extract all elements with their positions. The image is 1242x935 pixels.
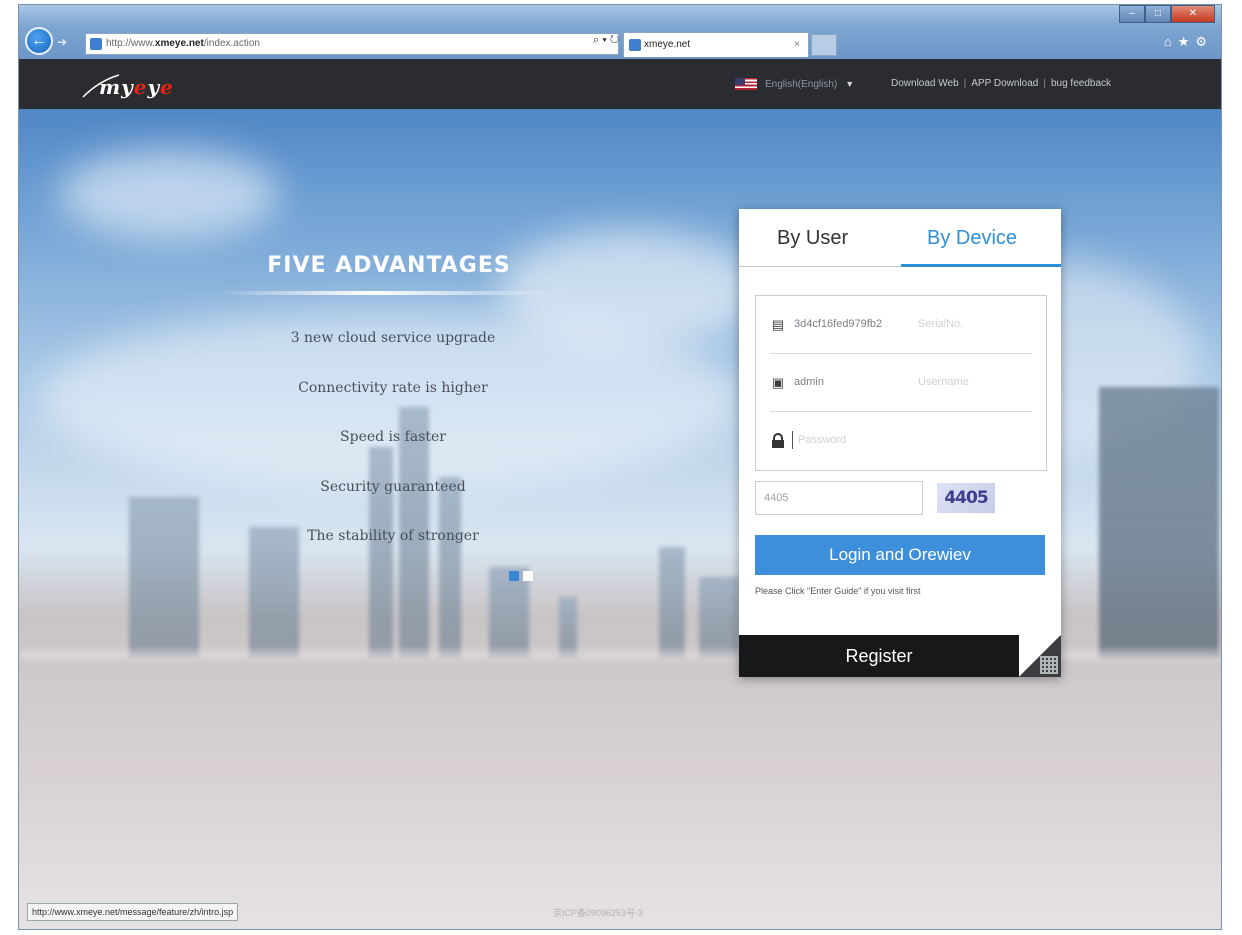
advantage-item: Connectivity rate is higher — [298, 380, 488, 396]
language-label: English(English) — [765, 78, 838, 90]
background-building — [1099, 387, 1219, 657]
new-tab-button[interactable] — [811, 34, 837, 56]
language-selector[interactable]: English(English) ▼ — [735, 78, 854, 90]
chevron-down-icon: ▼ — [845, 79, 855, 89]
tab-by-device[interactable]: By Device — [927, 227, 1017, 250]
link-separator: | — [1043, 78, 1046, 89]
serial-placeholder: SerialNo. — [918, 318, 964, 330]
captcha-image[interactable]: 4405 — [937, 483, 995, 513]
gear-icon[interactable]: ⚙ — [1195, 34, 1213, 49]
qr-code-pattern — [1040, 656, 1058, 674]
footer-icp: 京ICP备09096253号-3 — [553, 908, 644, 918]
lock-icon — [770, 433, 786, 449]
download-web-link[interactable]: Download Web — [891, 78, 959, 89]
serial-field[interactable]: ▤ 3d4cf16fed979fb2 SerialNo. — [770, 296, 1032, 354]
address-prefix: http://www. — [106, 38, 155, 49]
carousel-dot-active[interactable] — [509, 571, 519, 581]
browser-window: ← ➜ http://www.xmeye.net/index.action ⌕ … — [18, 4, 1222, 930]
advantage-item: 3 new cloud service upgrade — [290, 330, 496, 346]
login-button[interactable]: Login and Orewiev — [755, 535, 1045, 575]
status-bar-url: http://www.xmeye.net/message/feature/zh/… — [27, 903, 239, 921]
star-icon[interactable]: ★ — [1178, 34, 1196, 49]
login-tabs: By User By Device — [739, 209, 1061, 267]
background-building — [129, 497, 199, 657]
advantage-item: Speed is faster — [340, 429, 446, 445]
browser-chrome: ← ➜ http://www.xmeye.net/index.action ⌕ … — [19, 5, 1221, 59]
register-button[interactable]: Register — [739, 635, 1019, 677]
logo-text: myeye — [99, 75, 174, 99]
page-viewport: myeye English(English) ▼ Download Web | AP… — [19, 59, 1221, 929]
back-arrow-icon[interactable]: ← — [25, 27, 53, 55]
advantage-item: Security guaranteed — [320, 479, 466, 495]
window-controls: – □ ✕ — [1119, 5, 1215, 23]
login-panel: By User By Device ▤ 3d4cf16fed979fb2 Ser… — [739, 209, 1061, 677]
first-visit-hint: Please Click "Enter Guide" if you visit … — [755, 586, 921, 596]
site-header: myeye English(English) ▼ Download Web | AP… — [19, 59, 1221, 109]
tab-title: xmeye.net — [644, 39, 691, 50]
device-login-fields: ▤ 3d4cf16fed979fb2 SerialNo. ▣ admin Use… — [755, 295, 1047, 471]
password-placeholder: Password — [798, 434, 847, 446]
password-field[interactable]: Password — [770, 412, 1032, 470]
background-building — [249, 527, 299, 657]
logo[interactable]: myeye — [81, 71, 211, 99]
maximize-button[interactable]: □ — [1145, 5, 1171, 23]
search-refresh-icons[interactable]: ⌕ ▾ ↻ — [593, 34, 619, 47]
background-building — [659, 547, 685, 657]
text-cursor — [792, 431, 793, 449]
background-building — [439, 477, 461, 657]
advantages-title: FIVE ADVANTAGES — [267, 253, 511, 278]
address-bar[interactable]: http://www.xmeye.net/index.action — [85, 33, 619, 55]
captcha-input[interactable]: 4405 — [755, 481, 923, 515]
minimize-button[interactable]: – — [1119, 5, 1145, 23]
tab-close-icon[interactable]: × — [794, 33, 800, 56]
carousel-dots — [509, 571, 533, 581]
forward-arrow-icon[interactable]: ➜ — [57, 34, 73, 50]
address-path: /index.action — [203, 38, 260, 49]
browser-tab[interactable]: xmeye.net × — [623, 32, 809, 57]
serial-card-icon: ▤ — [771, 317, 785, 332]
home-icon[interactable]: ⌂ — [1164, 34, 1178, 49]
monitor-user-icon: ▣ — [771, 375, 785, 390]
background-cloud — [59, 149, 279, 239]
active-tab-indicator — [901, 264, 1061, 267]
advantages-divider — [219, 291, 559, 295]
flag-us-icon — [735, 78, 757, 90]
qr-code-icon[interactable] — [1019, 635, 1061, 677]
tab-favicon-icon — [629, 39, 641, 51]
username-field[interactable]: ▣ admin Username — [770, 354, 1032, 412]
username-placeholder: Username — [918, 376, 969, 388]
serial-value: 3d4cf16fed979fb2 — [794, 318, 883, 330]
address-domain: xmeye.net — [154, 38, 204, 49]
background-building — [699, 577, 739, 657]
link-separator: | — [963, 78, 967, 89]
close-window-button[interactable]: ✕ — [1171, 5, 1215, 23]
tab-by-user[interactable]: By User — [777, 227, 848, 250]
browser-toolbar-icons: ⌂★⚙ — [1164, 34, 1213, 50]
advantage-item: The stability of stronger — [307, 528, 479, 544]
username-value: admin — [794, 376, 824, 388]
carousel-dot[interactable] — [523, 571, 533, 581]
background-building — [559, 597, 577, 657]
page-favicon-icon — [90, 38, 102, 50]
header-links: Download Web | APP Download | bug feedback — [891, 78, 1111, 89]
bug-feedback-link[interactable]: bug feedback — [1051, 78, 1111, 89]
app-download-link[interactable]: APP Download — [971, 78, 1038, 89]
